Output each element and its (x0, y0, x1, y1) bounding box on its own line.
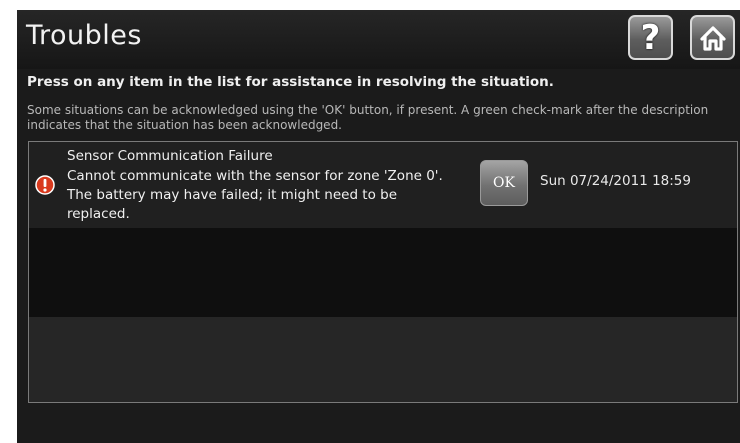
title-bar: Troubles ? (17, 10, 740, 69)
empty-list-row (29, 317, 737, 402)
trouble-title: Sensor Communication Failure (67, 148, 273, 164)
help-button[interactable]: ? (628, 15, 673, 60)
trouble-description: Cannot communicate with the sensor for z… (67, 168, 443, 222)
home-icon (699, 25, 726, 51)
troubles-list: Sensor Communication Failure Cannot comm… (28, 141, 738, 403)
alert-icon (35, 175, 55, 195)
ok-button[interactable]: OK (480, 160, 528, 206)
page-title: Troubles (26, 20, 142, 51)
home-button[interactable] (690, 15, 735, 60)
instruction-text: Press on any item in the list for assist… (27, 74, 554, 90)
empty-list-row (29, 228, 737, 317)
trouble-item[interactable]: Sensor Communication Failure Cannot comm… (29, 142, 737, 228)
acknowledge-note: Some situations can be acknowledged usin… (27, 103, 709, 132)
troubles-screen: Troubles ? Press on any item in the list… (17, 10, 740, 443)
trouble-timestamp: Sun 07/24/2011 18:59 (540, 173, 691, 189)
question-mark-icon: ? (640, 17, 661, 58)
